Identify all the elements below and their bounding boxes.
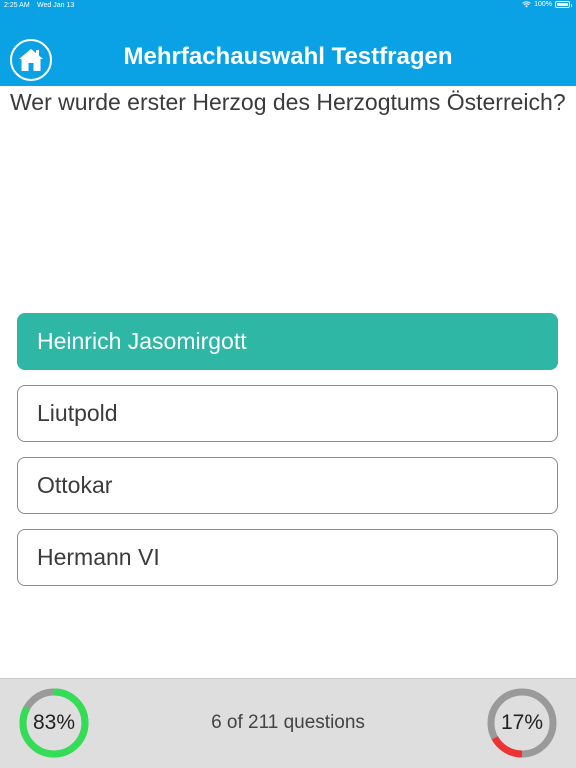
answer-label: Liutpold <box>37 400 118 426</box>
wrong-score-ring: 17% <box>486 687 558 759</box>
page-title: Mehrfachauswahl Testfragen <box>123 43 453 70</box>
app-header: 2:25 AM Wed Jan 13 100% Mehrfachauswahl … <box>0 0 576 86</box>
status-date: Wed Jan 13 <box>37 2 75 9</box>
score-footer: 83% 6 of 211 questions 17% <box>0 678 576 768</box>
battery-icon <box>555 1 572 8</box>
answer-option-2[interactable]: Liutpold <box>17 385 558 442</box>
answer-label: Hermann VI <box>37 544 160 570</box>
wifi-icon <box>522 1 531 8</box>
question-text: Wer wurde erster Herzog des Herzogtums Ö… <box>10 89 566 115</box>
wrong-percent: 17% <box>500 711 544 734</box>
answer-label: Heinrich Jasomirgott <box>37 328 247 354</box>
status-indicators: 100% <box>522 1 572 8</box>
answer-option-4[interactable]: Hermann VI <box>17 529 558 586</box>
answer-option-1[interactable]: Heinrich Jasomirgott <box>17 313 558 370</box>
status-bar: 2:25 AM Wed Jan 13 100% <box>0 0 576 14</box>
answer-list: Heinrich Jasomirgott Liutpold Ottokar He… <box>17 313 558 601</box>
answer-label: Ottokar <box>37 472 113 498</box>
battery-percent: 100% <box>534 1 552 8</box>
answer-option-3[interactable]: Ottokar <box>17 457 558 514</box>
status-time: 2:25 AM <box>4 2 30 9</box>
